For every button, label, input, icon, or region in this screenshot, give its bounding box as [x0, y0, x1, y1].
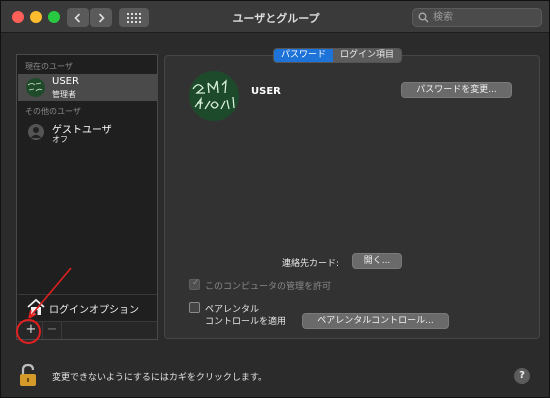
minimize-window-button[interactable]	[30, 11, 42, 23]
user-avatar	[26, 78, 45, 97]
annotation-arrow-icon	[28, 267, 72, 319]
close-window-button[interactable]	[12, 11, 24, 23]
contact-card-label: 連絡先カード:	[282, 259, 340, 269]
current-user-name: USER	[52, 76, 79, 87]
tab-password[interactable]: パスワード	[274, 49, 334, 62]
lock-icon[interactable]	[19, 363, 37, 387]
parental-controls-checkbox[interactable]	[189, 302, 200, 313]
current-user-role: 管理者	[52, 90, 76, 99]
title-bar: ユーザとグループ 検索	[1, 1, 549, 33]
guest-user-status: オフ	[52, 135, 68, 144]
back-button[interactable]	[67, 8, 89, 27]
current-user-header: 現在のユーザ	[25, 62, 73, 71]
zoom-window-button[interactable]	[48, 11, 60, 23]
chevron-left-icon	[74, 12, 81, 23]
allow-admin-checkbox[interactable]: ✓	[189, 278, 200, 290]
other-users-header: その他のユーザ	[25, 107, 81, 116]
user-list-item-current[interactable]: USER 管理者	[18, 74, 157, 101]
tab-login-items[interactable]: ログイン項目	[333, 49, 402, 62]
allow-admin-label: このコンピュータの管理を許可	[205, 282, 332, 292]
search-placeholder: 検索	[433, 12, 453, 23]
open-contact-card-button[interactable]: 開く...	[352, 253, 402, 269]
lock-instruction-text: 変更できないようにするにはカギをクリックします。	[52, 373, 268, 383]
selected-user-name: USER	[251, 86, 281, 97]
show-all-button[interactable]	[119, 8, 149, 27]
help-button[interactable]: ?	[514, 368, 530, 384]
checkmark-icon: ✓	[192, 278, 200, 288]
parental-controls-button[interactable]: ペアレンタルコントロール...	[302, 313, 449, 329]
user-picture[interactable]	[189, 71, 239, 121]
parental-controls-label-line2: コントロールを適用	[205, 317, 287, 327]
search-field[interactable]: 検索	[412, 8, 542, 27]
annotation-circle	[16, 319, 41, 344]
window-title: ユーザとグループ	[232, 12, 320, 25]
grid-icon	[127, 12, 141, 23]
tab-bar: パスワード ログイン項目	[273, 48, 403, 63]
chevron-right-icon	[98, 12, 105, 23]
person-icon	[28, 124, 44, 140]
users-and-groups-window: ユーザとグループ 検索 現在のユーザ USER 管理者 その他のユーザ ゲストユ…	[0, 0, 550, 398]
forward-button[interactable]	[90, 8, 112, 27]
user-list-item-guest[interactable]: ゲストユーザ オフ	[18, 119, 157, 146]
search-icon	[418, 12, 429, 23]
change-password-button[interactable]: パスワードを変更...	[401, 82, 512, 98]
